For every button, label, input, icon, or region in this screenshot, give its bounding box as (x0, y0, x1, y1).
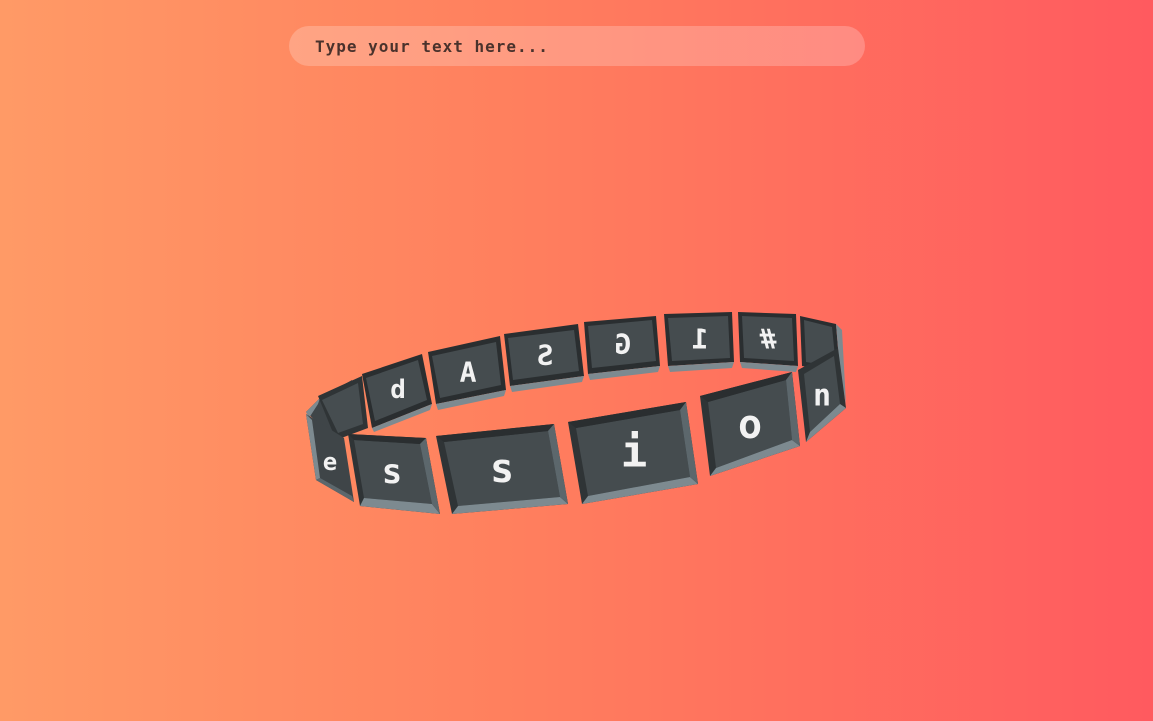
back-tile: # (738, 312, 798, 372)
front-tile: i (568, 402, 698, 504)
back-tile-char: S (537, 339, 554, 372)
back-tile: b (362, 354, 432, 432)
front-tile-char: e (323, 448, 337, 476)
front-tile-char: o (738, 402, 762, 448)
back-tile: S (504, 324, 584, 392)
front-tile-char: n (813, 379, 831, 414)
back-tile: 1 (664, 312, 734, 372)
back-tile: G (584, 316, 660, 380)
front-tile-char: s (490, 446, 514, 492)
letter-ring: b A S G 1 # e s s i o n (306, 312, 846, 514)
back-tile-char: 1 (692, 323, 709, 356)
front-tile: o (700, 372, 800, 476)
front-tile-char: i (621, 427, 648, 478)
front-tile-char: s (382, 452, 402, 492)
front-tile: s (436, 424, 568, 514)
back-tile-char: # (759, 323, 776, 356)
back-tile-char: A (459, 356, 476, 389)
back-tile: A (428, 336, 506, 410)
back-tile-char: G (615, 328, 632, 361)
front-tile: s (348, 434, 440, 514)
back-tile-char: b (390, 375, 406, 405)
